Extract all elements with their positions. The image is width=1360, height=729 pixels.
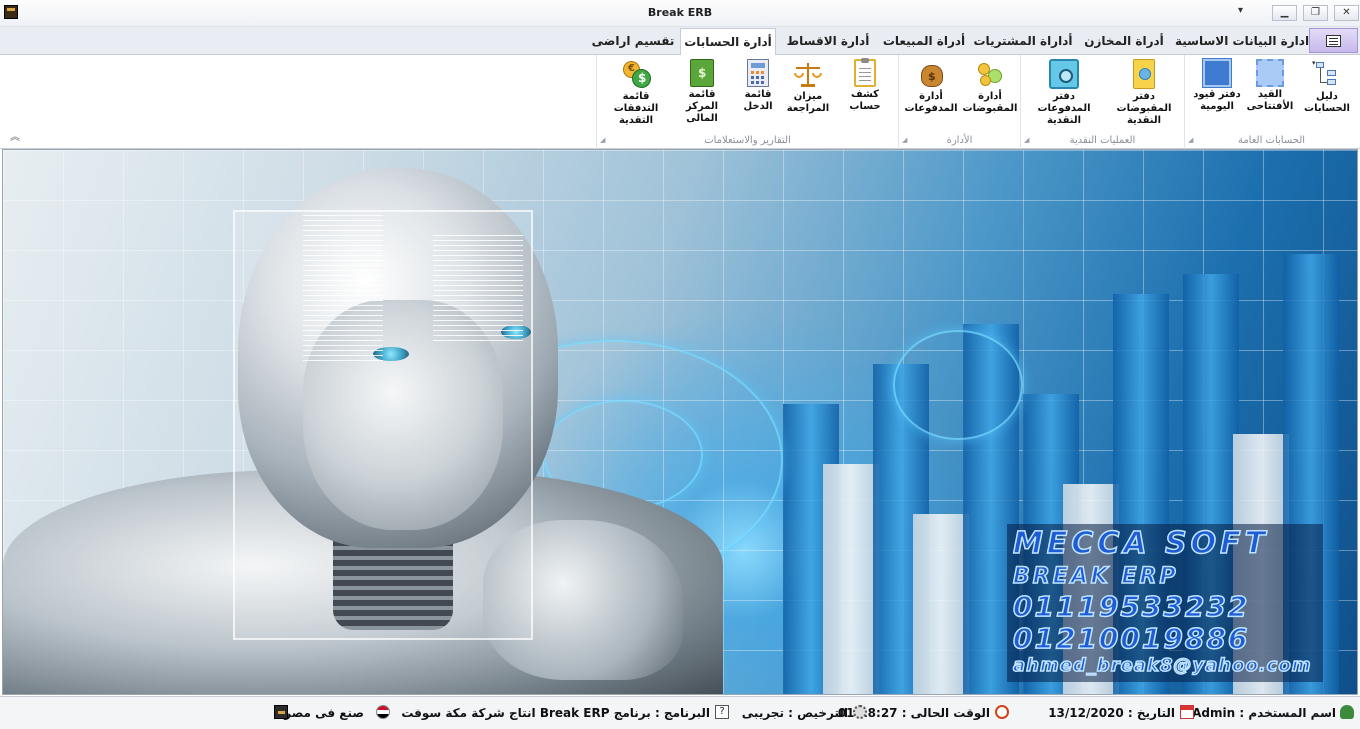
app-logo-icon: [274, 705, 288, 719]
dialog-launcher-icon[interactable]: ◢: [902, 136, 907, 144]
account-tree-icon: ▾: [1312, 59, 1342, 89]
tab-purchases[interactable]: أداراة المشتريات: [972, 30, 1074, 55]
status-made-in: صنع فى مصر: [284, 706, 364, 720]
cash-payments-book-button[interactable]: دفتر المدفوعات النقدية: [1025, 59, 1103, 126]
dialog-launcher-icon[interactable]: ◢: [1188, 136, 1193, 144]
chevron-down-icon[interactable]: ▾: [1238, 5, 1243, 16]
opening-entry-button[interactable]: القيد الأفتتاحى: [1245, 59, 1295, 125]
balance-scale-icon: [793, 59, 823, 89]
financial-position-button[interactable]: قائمة المركز المالى: [671, 59, 733, 125]
license-gear-icon: [853, 705, 867, 719]
status-license: الترخيص : تجريبى: [741, 706, 848, 720]
group-label: العمليات النقدية: [1069, 135, 1136, 146]
group-reports: كشف حساب ميزان المراجعة قائمة الدخل قائم…: [596, 55, 898, 149]
receipts-management-button[interactable]: أدارة المقبوضات: [961, 59, 1019, 125]
group-label: الأدارة: [946, 135, 973, 146]
calculator-icon: [747, 59, 769, 87]
group-management: أدارة المقبوضات أدارة المدفوعات الأدارة …: [898, 55, 1020, 149]
calendar-icon: [1180, 705, 1194, 719]
currency-coins-icon: [621, 59, 651, 89]
tab-installments[interactable]: أدارة الاقساط: [780, 30, 876, 55]
logo-email: ahmed_break8@yahoo.com: [1012, 654, 1312, 677]
tab-land-division[interactable]: تقسيم اراضى: [590, 30, 676, 55]
close-button[interactable]: ✕: [1334, 5, 1359, 21]
safe-icon: [1049, 59, 1079, 89]
hologram-text-graphic: [433, 235, 523, 345]
cash-flows-button[interactable]: قائمة التدفقات التقدية: [603, 59, 669, 126]
cash-receipts-book-button[interactable]: دفتر المقبوضات النقدية: [1105, 59, 1183, 126]
group-general-accounts: ▾ دليل الحسابات القيد الأفتتاحى دفتر قيو…: [1184, 55, 1358, 149]
restore-button[interactable]: ❐: [1303, 5, 1328, 21]
group-cash-operations: دفتر المقبوضات النقدية دفتر المدفوعات ال…: [1020, 55, 1184, 149]
group-label: التقارير والاستعلامات: [704, 135, 791, 146]
ribbon-tabs: ادارة البيانات الاساسية أدراة المخازن أد…: [0, 27, 1360, 55]
dialog-launcher-icon[interactable]: ◢: [1024, 136, 1029, 144]
tab-accounts[interactable]: أدارة الحسابات: [680, 28, 776, 55]
window-title: Break ERB: [647, 6, 713, 19]
status-program: البرنامج : برنامج Break ERP انتاج شركة م…: [401, 706, 710, 720]
receipts-notepad-icon: [1133, 59, 1155, 89]
user-icon: [1340, 705, 1354, 719]
hologram-ring: [893, 330, 1023, 440]
opening-entry-icon: [1256, 59, 1284, 87]
logo-company-name: MECCA SOFT: [1012, 525, 1270, 562]
clock-icon: [995, 705, 1009, 719]
menu-icon: [1326, 35, 1341, 47]
collapse-ribbon-icon[interactable]: ︽: [10, 128, 20, 143]
status-bar: اسم المستخدم : Admin التاريخ : 13/12/202…: [0, 696, 1360, 729]
status-date: التاريخ : 13/12/2020: [1048, 706, 1175, 720]
chart-of-accounts-button[interactable]: ▾ دليل الحسابات: [1296, 59, 1358, 125]
tab-sales[interactable]: أدراة المبيعات: [880, 30, 968, 55]
help-icon: ?: [715, 705, 729, 719]
clipboard-icon: [854, 58, 876, 87]
account-statement-button[interactable]: كشف حساب: [835, 58, 895, 125]
logo-phone-2: 01210019886: [1012, 621, 1250, 656]
daily-journal-button[interactable]: دفتر قيود اليومية: [1189, 58, 1245, 125]
egypt-flag-icon: [376, 705, 390, 719]
logo-phone-1: 01119533232: [1012, 589, 1250, 624]
money-bag-icon: [916, 59, 946, 89]
title-bar: Break ERB ▾ ▁ ❐ ✕: [0, 0, 1360, 27]
tab-stores[interactable]: أدراة المخازن: [1078, 30, 1170, 55]
dialog-launcher-icon[interactable]: ◢: [600, 136, 605, 144]
status-user: اسم المستخدم : Admin: [1192, 706, 1336, 720]
group-label: الحسابات العامة: [1237, 135, 1306, 146]
coins-icon: [975, 59, 1005, 89]
hologram-text-graphic: [303, 215, 383, 365]
payments-management-button[interactable]: أدارة المدفوعات: [903, 59, 959, 125]
tab-basic-data[interactable]: ادارة البيانات الاساسية: [1175, 30, 1309, 55]
application-menu-button[interactable]: [1309, 28, 1358, 53]
logo-product-name: BREAK ERP: [1012, 563, 1179, 590]
ribbon-panel: ︽ ▾ دليل الحسابات القيد الأفتتاحى دفتر ق…: [0, 55, 1360, 149]
trial-balance-button[interactable]: ميزان المراجعة: [783, 59, 833, 125]
splash-banner: MECCA SOFT BREAK ERP 01119533232 0121001…: [2, 149, 1358, 695]
income-statement-button[interactable]: قائمة الدخل: [735, 59, 781, 125]
ledger-book-icon: [690, 59, 714, 87]
minimize-button[interactable]: ▁: [1272, 5, 1297, 21]
daily-journal-icon: [1202, 58, 1232, 88]
